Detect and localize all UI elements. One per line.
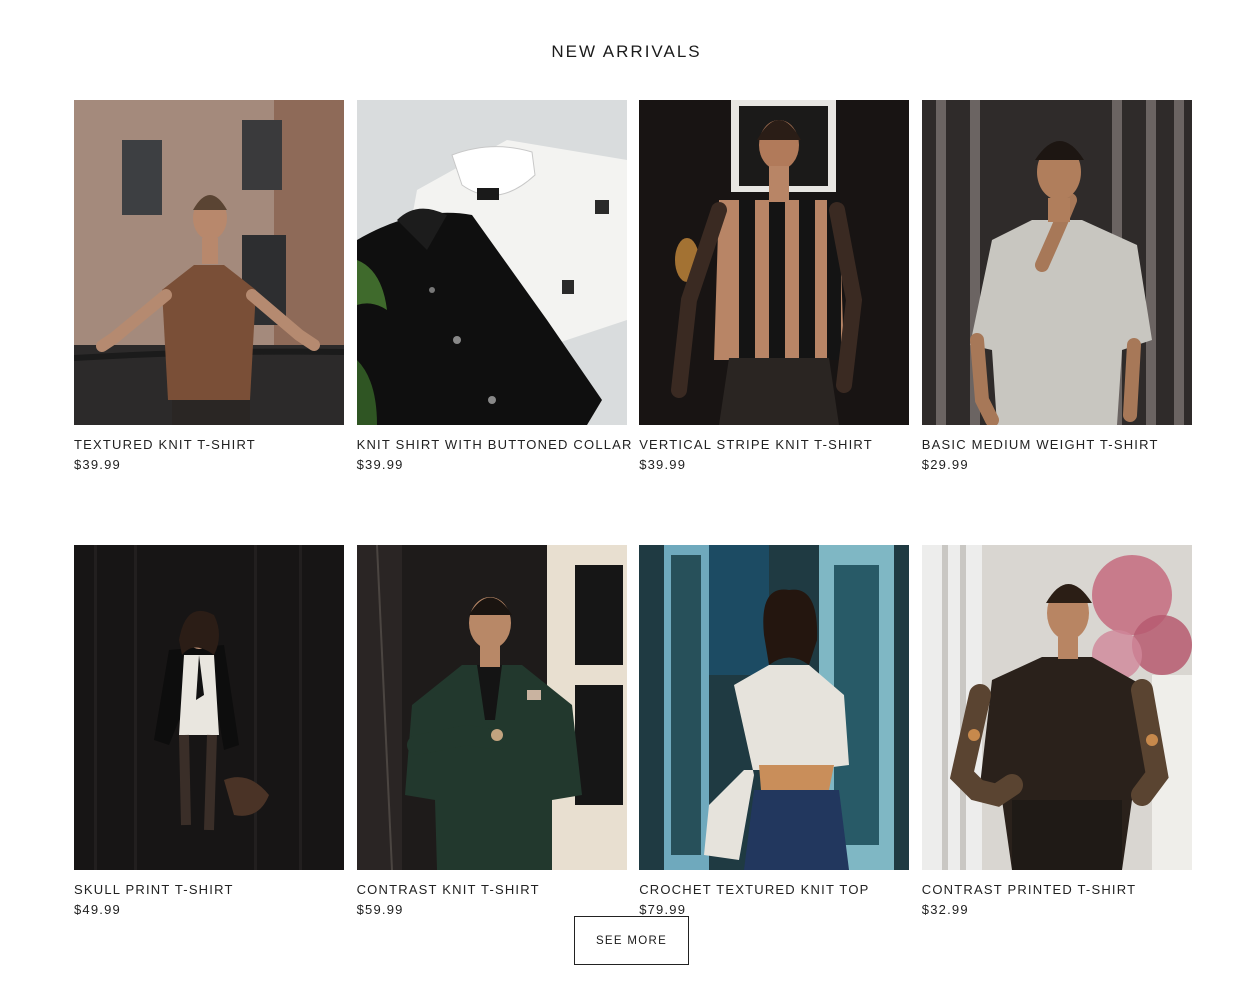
product-card[interactable]: TEXTURED KNIT T-SHIRT $39.99 — [74, 100, 344, 472]
product-image[interactable] — [356, 545, 627, 870]
man-brown-knit-shirt-photo — [74, 100, 344, 425]
see-more-button[interactable]: SEE MORE — [574, 916, 689, 965]
product-price: $29.99 — [921, 457, 969, 472]
man-grey-tshirt-photo — [921, 100, 1192, 425]
product-card[interactable]: BASIC MEDIUM WEIGHT T-SHIRT $29.99 — [921, 100, 1192, 472]
woman-crochet-top-photo — [639, 545, 910, 870]
product-price: $39.99 — [356, 457, 404, 472]
product-price: $39.99 — [74, 457, 121, 472]
shirts-flatlay-photo — [356, 100, 627, 425]
product-price: $49.99 — [74, 902, 121, 917]
product-image[interactable] — [921, 545, 1192, 870]
product-price: $32.99 — [921, 902, 969, 917]
product-name[interactable]: KNIT SHIRT WITH BUTTONED COLLAR — [357, 437, 632, 452]
product-image[interactable] — [639, 545, 910, 870]
woman-striped-top-photo — [639, 100, 910, 425]
man-green-suit-photo — [356, 545, 627, 870]
product-card[interactable]: CROCHET TEXTURED KNIT TOP $79.99 — [639, 545, 910, 917]
product-image[interactable] — [74, 100, 344, 425]
product-grid: TEXTURED KNIT T-SHIRT $39.99 KNIT SHIRT … — [74, 100, 1192, 917]
product-image[interactable] — [356, 100, 627, 425]
man-printed-shirt-photo — [921, 545, 1192, 870]
product-price: $39.99 — [639, 457, 687, 472]
product-name[interactable]: SKULL PRINT T-SHIRT — [74, 882, 344, 897]
product-name[interactable]: CROCHET TEXTURED KNIT TOP — [639, 882, 909, 897]
product-card[interactable]: CONTRAST PRINTED T-SHIRT $32.99 — [921, 545, 1192, 917]
product-name[interactable]: BASIC MEDIUM WEIGHT T-SHIRT — [922, 437, 1192, 452]
product-price: $59.99 — [356, 902, 404, 917]
product-card[interactable]: SKULL PRINT T-SHIRT $49.99 — [74, 545, 344, 917]
product-price: $79.99 — [639, 902, 687, 917]
product-card[interactable]: CONTRAST KNIT T-SHIRT $59.99 — [356, 545, 627, 917]
section-title: NEW ARRIVALS — [551, 42, 702, 61]
product-image[interactable] — [74, 545, 344, 870]
product-image[interactable] — [639, 100, 910, 425]
product-card[interactable]: VERTICAL STRIPE KNIT T-SHIRT $39.99 — [639, 100, 910, 472]
product-card[interactable]: KNIT SHIRT WITH BUTTONED COLLAR $39.99 — [356, 100, 632, 472]
woman-dark-curtain-photo — [74, 545, 344, 870]
product-name[interactable]: VERTICAL STRIPE KNIT T-SHIRT — [639, 437, 909, 452]
product-name[interactable]: CONTRAST PRINTED T-SHIRT — [922, 882, 1192, 897]
product-name[interactable]: TEXTURED KNIT T-SHIRT — [74, 437, 344, 452]
product-image[interactable] — [921, 100, 1192, 425]
product-name[interactable]: CONTRAST KNIT T-SHIRT — [357, 882, 627, 897]
